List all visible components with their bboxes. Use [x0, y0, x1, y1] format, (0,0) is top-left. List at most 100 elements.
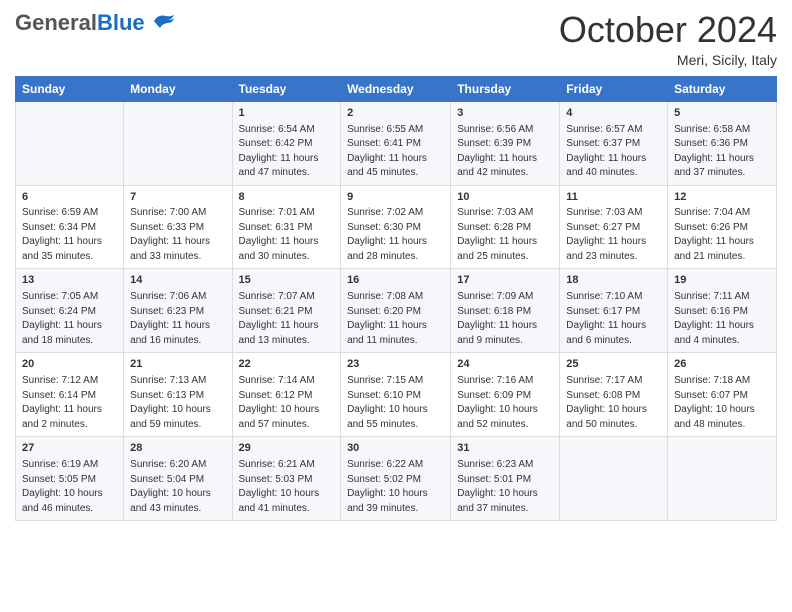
day-number: 24 — [457, 357, 553, 373]
day-content: Sunrise: 6:21 AM Sunset: 5:03 PM Dayligh… — [239, 458, 335, 516]
calendar-cell: 15Sunrise: 7:07 AM Sunset: 6:21 PM Dayli… — [232, 269, 341, 353]
day-content: Sunrise: 7:05 AM Sunset: 6:24 PM Dayligh… — [22, 290, 117, 348]
day-content: Sunrise: 7:10 AM Sunset: 6:17 PM Dayligh… — [566, 290, 661, 348]
day-content: Sunrise: 6:22 AM Sunset: 5:02 PM Dayligh… — [347, 458, 444, 516]
day-content: Sunrise: 6:54 AM Sunset: 6:42 PM Dayligh… — [239, 123, 335, 181]
day-number: 9 — [347, 190, 444, 206]
day-content: Sunrise: 7:18 AM Sunset: 6:07 PM Dayligh… — [674, 374, 770, 432]
day-content: Sunrise: 6:57 AM Sunset: 6:37 PM Dayligh… — [566, 123, 661, 181]
day-content: Sunrise: 7:03 AM Sunset: 6:28 PM Dayligh… — [457, 206, 553, 264]
day-content: Sunrise: 7:00 AM Sunset: 6:33 PM Dayligh… — [130, 206, 225, 264]
calendar-cell: 23Sunrise: 7:15 AM Sunset: 6:10 PM Dayli… — [341, 353, 451, 437]
calendar-week-row: 27Sunrise: 6:19 AM Sunset: 5:05 PM Dayli… — [16, 437, 777, 521]
day-number: 8 — [239, 190, 335, 206]
calendar-cell: 28Sunrise: 6:20 AM Sunset: 5:04 PM Dayli… — [124, 437, 232, 521]
day-content: Sunrise: 6:55 AM Sunset: 6:41 PM Dayligh… — [347, 123, 444, 181]
day-content: Sunrise: 7:13 AM Sunset: 6:13 PM Dayligh… — [130, 374, 225, 432]
day-number: 18 — [566, 273, 661, 289]
day-number: 7 — [130, 190, 225, 206]
day-number: 30 — [347, 441, 444, 457]
calendar-cell: 4Sunrise: 6:57 AM Sunset: 6:37 PM Daylig… — [560, 101, 668, 185]
calendar-table: Sunday Monday Tuesday Wednesday Thursday… — [15, 76, 777, 522]
day-content: Sunrise: 7:02 AM Sunset: 6:30 PM Dayligh… — [347, 206, 444, 264]
calendar-cell: 26Sunrise: 7:18 AM Sunset: 6:07 PM Dayli… — [668, 353, 777, 437]
header: General Blue October 2024 Meri, Sicily, … — [15, 10, 777, 68]
calendar-cell: 30Sunrise: 6:22 AM Sunset: 5:02 PM Dayli… — [341, 437, 451, 521]
day-content: Sunrise: 6:23 AM Sunset: 5:01 PM Dayligh… — [457, 458, 553, 516]
calendar-cell: 11Sunrise: 7:03 AM Sunset: 6:27 PM Dayli… — [560, 185, 668, 269]
day-content: Sunrise: 7:07 AM Sunset: 6:21 PM Dayligh… — [239, 290, 335, 348]
calendar-week-row: 20Sunrise: 7:12 AM Sunset: 6:14 PM Dayli… — [16, 353, 777, 437]
day-content: Sunrise: 7:12 AM Sunset: 6:14 PM Dayligh… — [22, 374, 117, 432]
day-content: Sunrise: 7:08 AM Sunset: 6:20 PM Dayligh… — [347, 290, 444, 348]
location: Meri, Sicily, Italy — [559, 52, 777, 68]
day-number: 29 — [239, 441, 335, 457]
col-wednesday: Wednesday — [341, 76, 451, 101]
page-container: General Blue October 2024 Meri, Sicily, … — [0, 0, 792, 536]
logo-bird-icon — [148, 12, 176, 35]
day-content: Sunrise: 7:15 AM Sunset: 6:10 PM Dayligh… — [347, 374, 444, 432]
day-number: 15 — [239, 273, 335, 289]
day-number: 16 — [347, 273, 444, 289]
title-area: October 2024 Meri, Sicily, Italy — [559, 10, 777, 68]
day-number: 1 — [239, 106, 335, 122]
day-number: 11 — [566, 190, 661, 206]
calendar-cell: 12Sunrise: 7:04 AM Sunset: 6:26 PM Dayli… — [668, 185, 777, 269]
calendar-cell: 21Sunrise: 7:13 AM Sunset: 6:13 PM Dayli… — [124, 353, 232, 437]
day-content: Sunrise: 7:17 AM Sunset: 6:08 PM Dayligh… — [566, 374, 661, 432]
day-content: Sunrise: 6:58 AM Sunset: 6:36 PM Dayligh… — [674, 123, 770, 181]
calendar-cell: 20Sunrise: 7:12 AM Sunset: 6:14 PM Dayli… — [16, 353, 124, 437]
col-sunday: Sunday — [16, 76, 124, 101]
calendar-cell: 16Sunrise: 7:08 AM Sunset: 6:20 PM Dayli… — [341, 269, 451, 353]
calendar-cell: 9Sunrise: 7:02 AM Sunset: 6:30 PM Daylig… — [341, 185, 451, 269]
calendar-cell — [668, 437, 777, 521]
calendar-cell — [124, 101, 232, 185]
day-number: 28 — [130, 441, 225, 457]
day-content: Sunrise: 7:11 AM Sunset: 6:16 PM Dayligh… — [674, 290, 770, 348]
day-number: 2 — [347, 106, 444, 122]
calendar-cell: 18Sunrise: 7:10 AM Sunset: 6:17 PM Dayli… — [560, 269, 668, 353]
calendar-cell: 13Sunrise: 7:05 AM Sunset: 6:24 PM Dayli… — [16, 269, 124, 353]
calendar-cell: 19Sunrise: 7:11 AM Sunset: 6:16 PM Dayli… — [668, 269, 777, 353]
calendar-cell: 29Sunrise: 6:21 AM Sunset: 5:03 PM Dayli… — [232, 437, 341, 521]
calendar-cell: 6Sunrise: 6:59 AM Sunset: 6:34 PM Daylig… — [16, 185, 124, 269]
day-content: Sunrise: 6:56 AM Sunset: 6:39 PM Dayligh… — [457, 123, 553, 181]
calendar-cell: 22Sunrise: 7:14 AM Sunset: 6:12 PM Dayli… — [232, 353, 341, 437]
day-content: Sunrise: 7:03 AM Sunset: 6:27 PM Dayligh… — [566, 206, 661, 264]
calendar-week-row: 13Sunrise: 7:05 AM Sunset: 6:24 PM Dayli… — [16, 269, 777, 353]
day-number: 17 — [457, 273, 553, 289]
day-number: 4 — [566, 106, 661, 122]
day-content: Sunrise: 6:20 AM Sunset: 5:04 PM Dayligh… — [130, 458, 225, 516]
calendar-cell: 24Sunrise: 7:16 AM Sunset: 6:09 PM Dayli… — [451, 353, 560, 437]
logo-blue-text: Blue — [97, 10, 145, 36]
logo: General Blue — [15, 10, 176, 36]
day-number: 31 — [457, 441, 553, 457]
day-content: Sunrise: 7:14 AM Sunset: 6:12 PM Dayligh… — [239, 374, 335, 432]
day-content: Sunrise: 7:06 AM Sunset: 6:23 PM Dayligh… — [130, 290, 225, 348]
day-number: 12 — [674, 190, 770, 206]
calendar-cell: 25Sunrise: 7:17 AM Sunset: 6:08 PM Dayli… — [560, 353, 668, 437]
day-number: 19 — [674, 273, 770, 289]
day-content: Sunrise: 7:01 AM Sunset: 6:31 PM Dayligh… — [239, 206, 335, 264]
logo-general-text: General — [15, 10, 97, 36]
day-number: 10 — [457, 190, 553, 206]
day-content: Sunrise: 7:04 AM Sunset: 6:26 PM Dayligh… — [674, 206, 770, 264]
day-number: 25 — [566, 357, 661, 373]
day-content: Sunrise: 7:09 AM Sunset: 6:18 PM Dayligh… — [457, 290, 553, 348]
col-friday: Friday — [560, 76, 668, 101]
calendar-cell: 31Sunrise: 6:23 AM Sunset: 5:01 PM Dayli… — [451, 437, 560, 521]
calendar-cell: 14Sunrise: 7:06 AM Sunset: 6:23 PM Dayli… — [124, 269, 232, 353]
calendar-cell: 27Sunrise: 6:19 AM Sunset: 5:05 PM Dayli… — [16, 437, 124, 521]
day-number: 14 — [130, 273, 225, 289]
calendar-cell: 2Sunrise: 6:55 AM Sunset: 6:41 PM Daylig… — [341, 101, 451, 185]
calendar-cell: 1Sunrise: 6:54 AM Sunset: 6:42 PM Daylig… — [232, 101, 341, 185]
day-content: Sunrise: 6:59 AM Sunset: 6:34 PM Dayligh… — [22, 206, 117, 264]
header-row: Sunday Monday Tuesday Wednesday Thursday… — [16, 76, 777, 101]
day-number: 26 — [674, 357, 770, 373]
day-number: 23 — [347, 357, 444, 373]
day-number: 13 — [22, 273, 117, 289]
day-number: 5 — [674, 106, 770, 122]
calendar-week-row: 6Sunrise: 6:59 AM Sunset: 6:34 PM Daylig… — [16, 185, 777, 269]
calendar-week-row: 1Sunrise: 6:54 AM Sunset: 6:42 PM Daylig… — [16, 101, 777, 185]
day-number: 20 — [22, 357, 117, 373]
